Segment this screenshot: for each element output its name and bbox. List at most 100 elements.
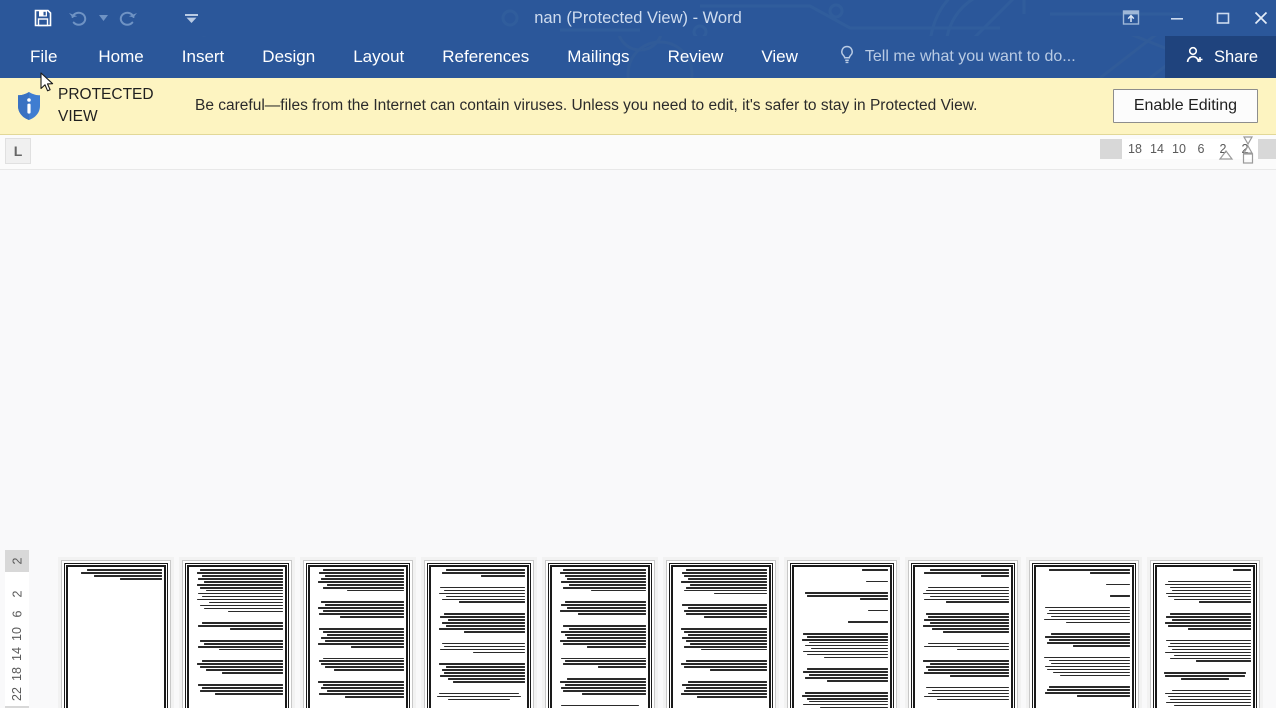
text-line bbox=[924, 695, 1009, 698]
page-thumbnail[interactable] bbox=[1150, 560, 1260, 708]
text-line bbox=[929, 622, 1009, 624]
text-line bbox=[198, 645, 283, 648]
page-thumbnail[interactable] bbox=[908, 560, 1018, 708]
tab-stop-selector[interactable]: L bbox=[5, 138, 31, 164]
text-line bbox=[931, 689, 1009, 692]
tab-stop-selector-glyph: L bbox=[13, 143, 23, 159]
text-line bbox=[860, 598, 888, 600]
restore-icon[interactable] bbox=[1200, 0, 1246, 36]
paragraph bbox=[312, 601, 404, 618]
text-line bbox=[86, 569, 162, 571]
tab-insert[interactable]: Insert bbox=[163, 36, 244, 78]
text-line bbox=[198, 625, 283, 627]
tab-home[interactable]: Home bbox=[79, 36, 162, 78]
tell-me-search[interactable]: Tell me what you want to do... bbox=[839, 45, 1076, 70]
protected-view-label: PROTECTED VIEW bbox=[46, 84, 191, 128]
tab-layout[interactable]: Layout bbox=[334, 36, 423, 78]
text-line bbox=[598, 666, 646, 669]
page-thumbnail[interactable] bbox=[787, 560, 897, 708]
text-line bbox=[1052, 671, 1130, 674]
text-line bbox=[326, 689, 404, 692]
paragraph bbox=[191, 639, 283, 651]
quick-access-toolbar[interactable] bbox=[0, 0, 200, 36]
text-line bbox=[561, 604, 646, 607]
text-line bbox=[577, 613, 646, 616]
text-line bbox=[321, 636, 404, 639]
tab-file[interactable]: File bbox=[0, 36, 79, 78]
undo-icon[interactable] bbox=[60, 3, 94, 33]
ribbon-display-options-icon[interactable] bbox=[1108, 0, 1154, 36]
text-line bbox=[319, 628, 404, 630]
text-line bbox=[200, 689, 283, 692]
document-canvas[interactable]: 2 2 6 10 14 18 22 bbox=[0, 170, 1276, 708]
tab-references[interactable]: References bbox=[423, 36, 548, 78]
text-line bbox=[1166, 701, 1251, 704]
text-line bbox=[807, 697, 888, 700]
text-line bbox=[687, 577, 767, 580]
minimize-icon[interactable] bbox=[1154, 0, 1200, 36]
paragraph bbox=[70, 569, 162, 580]
page-thumbnail[interactable] bbox=[424, 560, 534, 708]
window-controls[interactable] bbox=[1108, 0, 1276, 36]
text-line bbox=[1164, 622, 1251, 624]
share-button[interactable]: Share bbox=[1164, 36, 1276, 78]
page-thumbnail[interactable] bbox=[182, 560, 292, 708]
paragraph bbox=[1038, 569, 1130, 574]
text-line bbox=[823, 656, 888, 659]
ribbon-tabs[interactable]: File Home Insert Design Layout Reference… bbox=[0, 36, 1076, 78]
text-line bbox=[1168, 580, 1251, 583]
text-line bbox=[566, 678, 646, 680]
text-line bbox=[214, 692, 283, 695]
text-line bbox=[926, 686, 1009, 689]
page-thumbnail-row[interactable] bbox=[61, 560, 1260, 708]
text-line bbox=[464, 630, 525, 633]
text-line bbox=[438, 592, 525, 595]
text-line bbox=[680, 692, 767, 695]
paragraph bbox=[1159, 613, 1251, 630]
page-thumbnail[interactable] bbox=[303, 560, 413, 708]
tab-mailings[interactable]: Mailings bbox=[548, 36, 648, 78]
text-line bbox=[847, 621, 888, 623]
page-thumbnail[interactable] bbox=[1029, 560, 1139, 708]
text-line bbox=[1047, 668, 1130, 671]
customize-qat-icon[interactable] bbox=[182, 3, 200, 33]
paragraph bbox=[312, 681, 404, 698]
tab-design[interactable]: Design bbox=[243, 36, 334, 78]
text-line bbox=[436, 695, 522, 698]
page-text-content bbox=[917, 569, 1009, 708]
text-line bbox=[447, 619, 525, 621]
text-line bbox=[196, 571, 283, 574]
text-line bbox=[323, 586, 404, 589]
text-line bbox=[561, 630, 646, 633]
text-line bbox=[198, 577, 283, 580]
text-line bbox=[867, 609, 888, 612]
vertical-ruler[interactable]: 2 2 6 10 14 18 22 bbox=[5, 550, 29, 708]
text-line bbox=[1049, 639, 1130, 641]
vertical-ruler-number: 10 bbox=[10, 627, 24, 641]
text-line bbox=[324, 604, 404, 607]
text-line bbox=[1043, 656, 1130, 659]
indent-markers[interactable] bbox=[1214, 135, 1258, 170]
page-thumbnail[interactable] bbox=[545, 560, 655, 708]
text-line bbox=[1170, 586, 1251, 589]
save-icon[interactable] bbox=[26, 3, 60, 33]
text-line bbox=[682, 604, 767, 607]
undo-dropdown-icon[interactable] bbox=[94, 3, 112, 33]
text-line bbox=[803, 703, 888, 706]
enable-editing-button[interactable]: Enable Editing bbox=[1112, 89, 1258, 123]
tab-review[interactable]: Review bbox=[649, 36, 743, 78]
text-line bbox=[563, 586, 646, 589]
text-line bbox=[1181, 678, 1229, 680]
text-line bbox=[81, 571, 162, 574]
page-thumbnail[interactable] bbox=[666, 560, 776, 708]
close-icon[interactable] bbox=[1246, 0, 1276, 36]
tab-view[interactable]: View bbox=[742, 36, 817, 78]
page-thumbnail[interactable] bbox=[61, 560, 171, 708]
redo-icon[interactable] bbox=[112, 3, 146, 33]
text-line bbox=[1163, 672, 1247, 674]
